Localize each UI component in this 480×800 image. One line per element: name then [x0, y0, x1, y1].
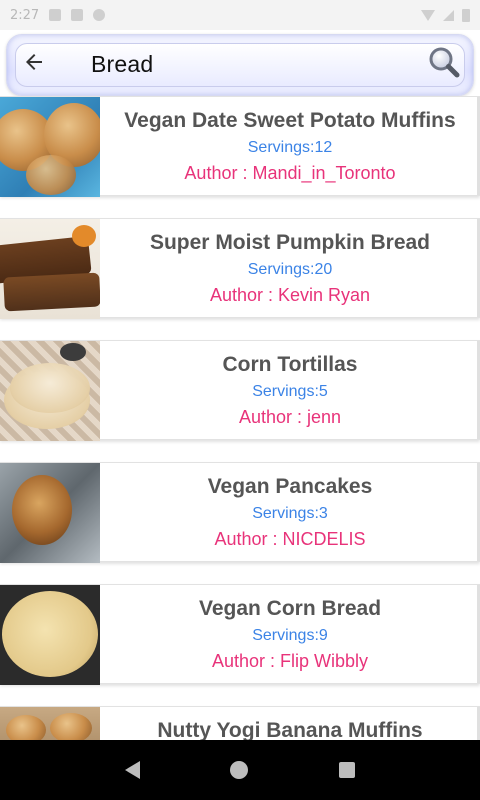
recipe-servings: Servings:20 — [247, 261, 333, 278]
back-triangle-icon[interactable] — [125, 761, 141, 779]
recipe-author: Author : jenn — [238, 407, 342, 427]
recipe-title: Vegan Corn Bread — [198, 597, 382, 620]
recipe-info: Super Moist Pumpkin Bread Servings:20 Au… — [100, 219, 480, 317]
status-time: 2:27 — [10, 7, 40, 23]
recipe-title: Nutty Yogi Banana Muffins — [157, 719, 423, 740]
status-left: 2:27 — [10, 7, 106, 23]
recipe-photo — [0, 707, 100, 740]
recipe-card[interactable]: Vegan Date Sweet Potato Muffins Servings… — [0, 96, 480, 197]
recipe-info: Vegan Pancakes Servings:3 Author : NICDE… — [100, 463, 480, 561]
battery-icon — [462, 8, 470, 22]
recipe-author: Author : Kevin Ryan — [209, 285, 371, 305]
recipe-photo — [0, 219, 100, 319]
status-right — [421, 8, 470, 22]
recipe-card[interactable]: Corn Tortillas Servings:5 Author : jenn — [0, 340, 480, 441]
recipe-photo — [0, 341, 100, 441]
recipe-card[interactable]: Vegan Pancakes Servings:3 Author : NICDE… — [0, 462, 480, 563]
recipe-photo — [0, 463, 100, 563]
recipe-card[interactable]: Super Moist Pumpkin Bread Servings:20 Au… — [0, 218, 480, 319]
recipe-photo — [0, 585, 100, 685]
recipe-author: Author : NICDELIS — [214, 529, 366, 549]
navigation-bar — [0, 740, 480, 800]
recipe-title: Vegan Date Sweet Potato Muffins — [124, 109, 456, 132]
no-sync-icon — [93, 9, 106, 21]
recipe-servings: Servings:3 — [252, 505, 328, 522]
recipe-info: Nutty Yogi Banana Muffins — [100, 707, 480, 740]
signal-icon — [443, 9, 454, 21]
recipe-title: Vegan Pancakes — [207, 475, 373, 498]
back-arrow-icon[interactable] — [21, 49, 47, 75]
recipe-card[interactable]: Nutty Yogi Banana Muffins — [0, 706, 480, 740]
recipe-author: Author : Flip Wibbly — [211, 651, 369, 671]
recipe-info: Vegan Corn Bread Servings:9 Author : Fli… — [100, 585, 480, 683]
recipe-title: Super Moist Pumpkin Bread — [149, 231, 431, 254]
home-circle-icon[interactable] — [230, 761, 249, 779]
recipe-servings: Servings:5 — [252, 383, 328, 400]
search-field-frame[interactable] — [15, 43, 465, 87]
search-bar: Bread — [6, 34, 474, 96]
status-bar: 2:27 — [0, 0, 480, 30]
shield-icon — [49, 9, 62, 21]
recents-square-icon[interactable] — [338, 762, 355, 778]
sd-card-icon — [71, 9, 84, 21]
recipe-servings: Servings:9 — [252, 627, 328, 644]
wifi-icon — [421, 9, 435, 21]
recipe-info: Corn Tortillas Servings:5 Author : jenn — [100, 341, 480, 439]
recipe-card[interactable]: Vegan Corn Bread Servings:9 Author : Fli… — [0, 584, 480, 685]
recipe-author: Author : Mandi_in_Toronto — [184, 163, 396, 183]
recipe-info: Vegan Date Sweet Potato Muffins Servings… — [100, 97, 480, 195]
recipe-title: Corn Tortillas — [222, 353, 358, 376]
recipe-servings: Servings:12 — [247, 139, 333, 156]
recipe-photo — [0, 97, 100, 197]
search-icon[interactable] — [427, 45, 461, 79]
search-query-text[interactable]: Bread — [91, 51, 153, 78]
recipe-list[interactable]: Vegan Date Sweet Potato Muffins Servings… — [0, 96, 480, 740]
